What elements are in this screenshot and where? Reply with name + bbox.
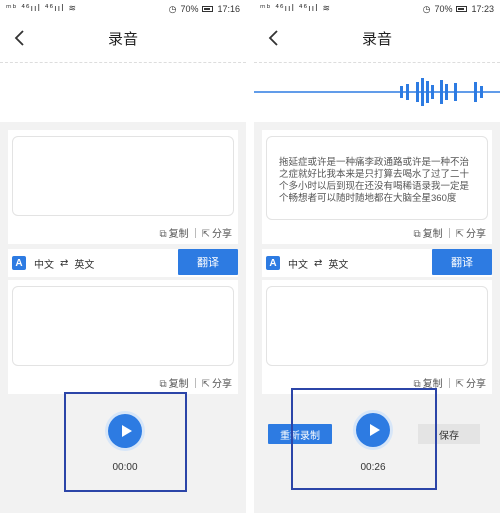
recognition-card: 拖延症或许是一种痛李政通路或许是一种不治之症就好比我本来是只打算去喝水了过了二十… [262,130,492,244]
nav-bar: 录音 [254,18,500,58]
copy-icon: ⧉ [413,229,421,240]
copy-button[interactable]: ⧉ 复制 [159,375,188,390]
battery-icon [202,6,214,12]
panel-divider [246,0,254,513]
source-language[interactable]: 中文 [34,256,54,271]
clock: 17:16 [217,4,240,14]
action-divider [194,227,196,238]
copy-icon: ⧉ [159,379,167,390]
language-bar: A 中文 ⇄ 英文 翻译 [262,249,492,277]
audio-waveform [254,78,500,106]
waveform-area [0,58,246,122]
highlight-box [64,392,187,492]
alarm-icon: ◷ [168,3,177,14]
language-bar: A 中文 ⇄ 英文 翻译 [8,249,238,277]
action-divider [448,227,450,238]
recognition-card: ⧉ 复制 ⇱ 分享 [8,130,238,244]
target-language[interactable]: 英文 [328,256,348,271]
action-divider [448,377,450,388]
waveform-area [254,58,500,122]
copy-button[interactable]: ⧉ 复制 [159,225,188,240]
translation-text [13,287,233,307]
share-button[interactable]: ⇱ 分享 [202,225,232,240]
translation-card: ⧉ 复制 ⇱ 分享 [8,280,238,394]
signal-indicators: ᵐᵇ ⁴⁶ııl ⁴⁶ııl ≋ [6,4,78,14]
recognition-text [13,137,233,157]
waveform-baseline [254,62,500,63]
battery-percent: 70% [434,4,453,14]
translation-text [267,287,487,307]
translate-button[interactable]: 翻译 [178,249,238,275]
recognition-actions: ⧉ 复制 ⇱ 分享 [413,225,486,240]
swap-languages-icon[interactable]: ⇄ [314,258,322,269]
target-language[interactable]: 英文 [74,256,94,271]
clock: 17:23 [471,4,494,14]
share-button[interactable]: ⇱ 分享 [456,375,486,390]
translate-logo-icon: A [12,256,26,270]
alarm-icon: ◷ [422,3,431,14]
recognition-text-box[interactable]: 拖延症或许是一种痛李政通路或许是一种不治之症就好比我本来是只打算去喝水了过了二十… [266,136,488,220]
share-button[interactable]: ⇱ 分享 [202,375,232,390]
page-title: 录音 [361,30,392,48]
swap-languages-icon[interactable]: ⇄ [60,258,68,269]
source-language[interactable]: 中文 [288,256,308,271]
translation-card: ⧉ 复制 ⇱ 分享 [262,280,492,394]
share-icon: ⇱ [201,229,210,240]
highlight-box [291,388,437,490]
signal-indicators: ᵐᵇ ⁴⁶ııl ⁴⁶ııl ≋ [260,4,332,14]
status-bar: ᵐᵇ ⁴⁶ııl ⁴⁶ııl ≋ ◷ 70% 17:23 [254,0,500,18]
nav-bar: 录音 [0,18,246,58]
copy-icon: ⧉ [159,229,167,240]
status-bar: ᵐᵇ ⁴⁶ııl ⁴⁶ııl ≋ ◷ 70% 17:16 [0,0,246,18]
translation-actions: ⧉ 复制 ⇱ 分享 [159,375,232,390]
battery-percent: 70% [180,4,199,14]
translation-text-box[interactable] [12,286,234,366]
battery-icon [456,6,468,12]
translate-logo-icon: A [266,256,280,270]
copy-button[interactable]: ⧉ 复制 [413,225,442,240]
back-arrow-icon[interactable] [266,28,284,48]
waveform-baseline [0,62,246,63]
share-button[interactable]: ⇱ 分享 [456,225,486,240]
page-title: 录音 [107,30,138,48]
recognition-text: 拖延症或许是一种痛李政通路或许是一种不治之症就好比我本来是只打算去喝水了过了二十… [279,157,470,204]
recognition-actions: ⧉ 复制 ⇱ 分享 [159,225,232,240]
phone-screen-right: ᵐᵇ ⁴⁶ııl ⁴⁶ııl ≋ ◷ 70% 17:23 录音 拖延症或许是一种… [254,0,500,513]
share-icon: ⇱ [201,379,210,390]
share-icon: ⇱ [455,379,464,390]
translate-button[interactable]: 翻译 [432,249,492,275]
translation-text-box[interactable] [266,286,488,366]
action-divider [194,377,196,388]
back-arrow-icon[interactable] [12,28,30,48]
share-icon: ⇱ [455,229,464,240]
recognition-text-box[interactable] [12,136,234,216]
phone-screen-left: ᵐᵇ ⁴⁶ııl ⁴⁶ııl ≋ ◷ 70% 17:16 录音 ⧉ 复制 ⇱ 分享 … [0,0,246,513]
